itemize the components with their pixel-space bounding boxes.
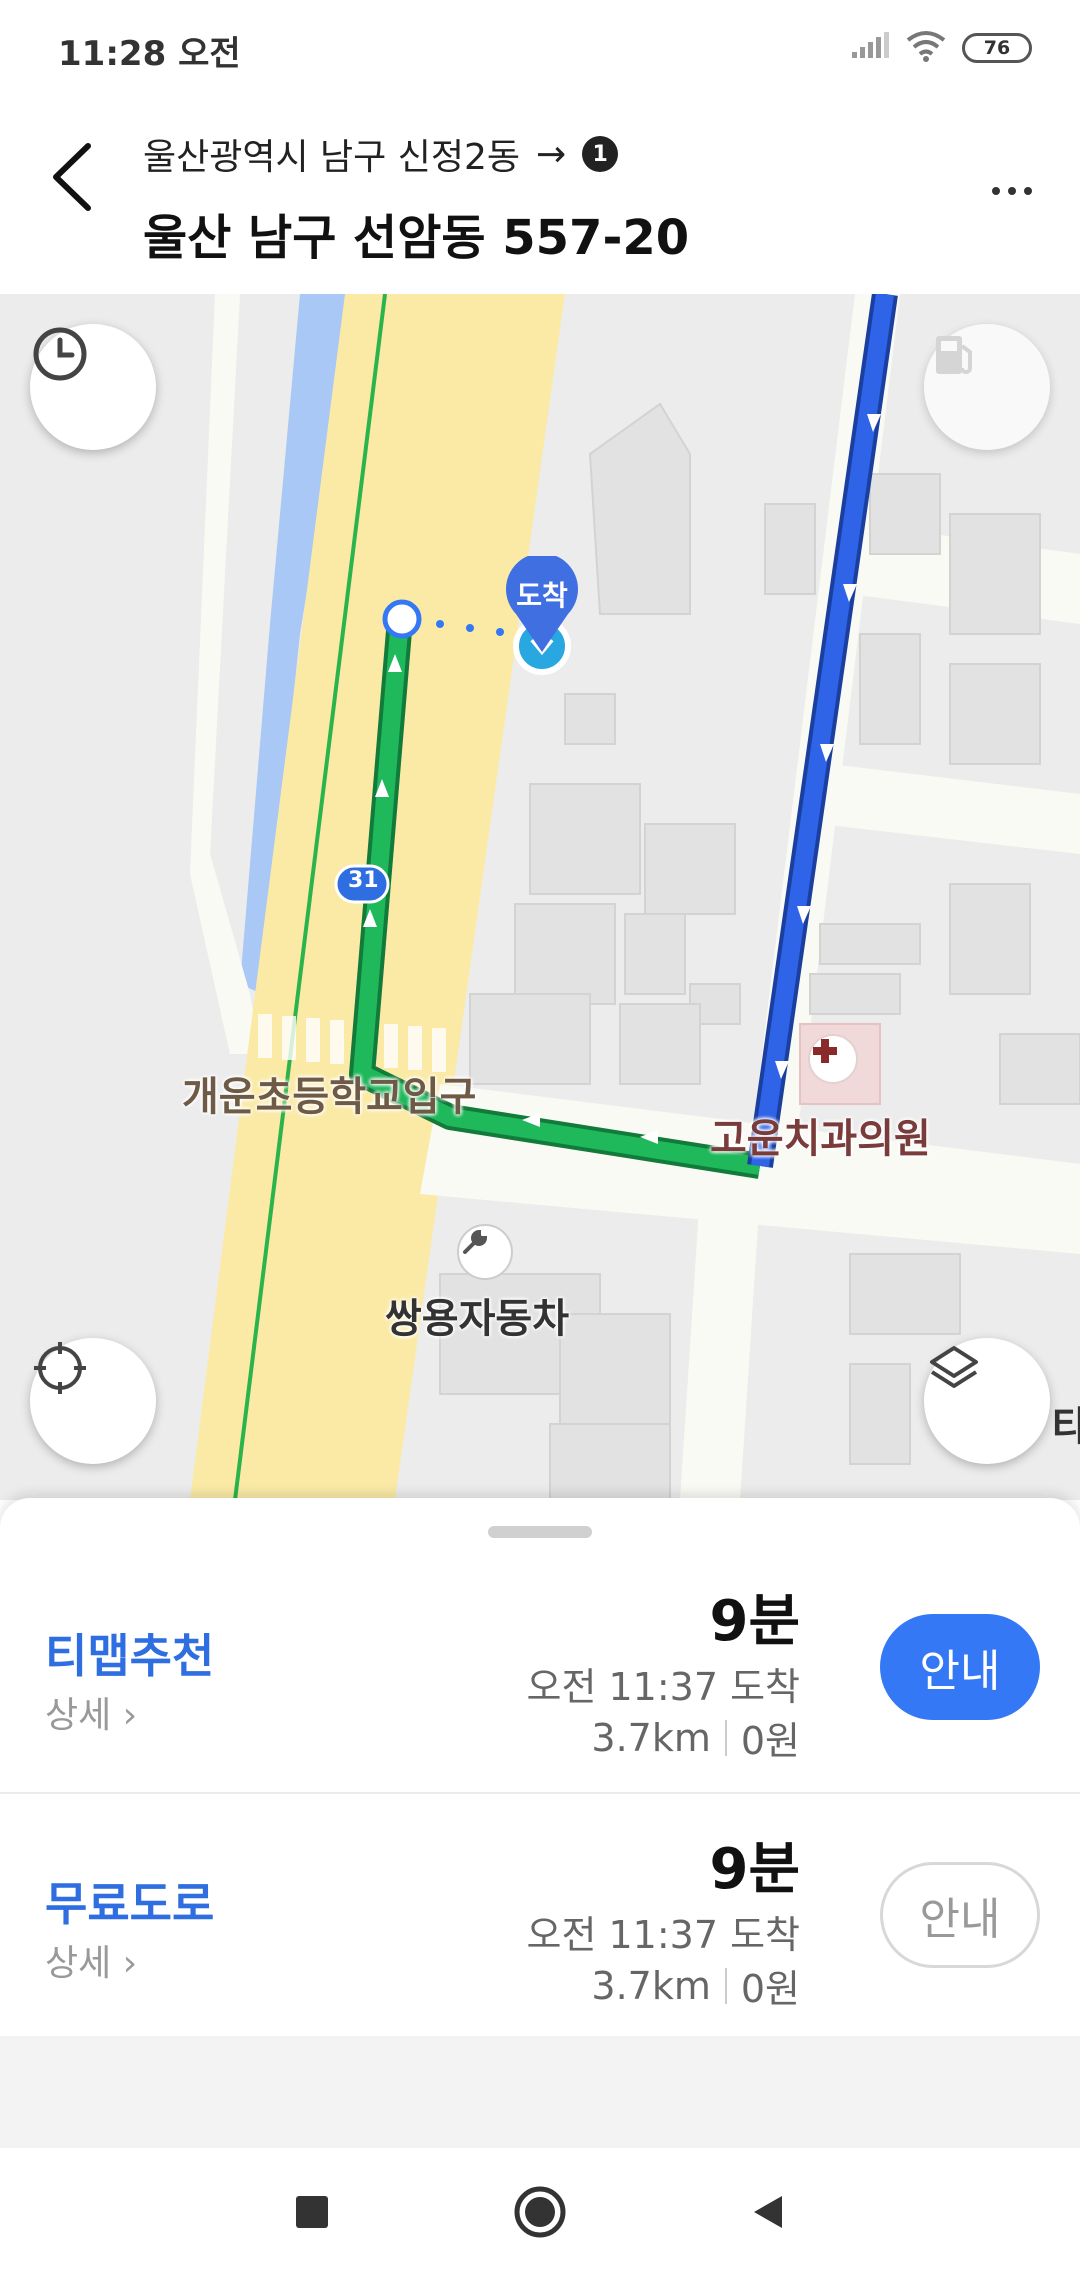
chevron-right-icon: ›: [111, 1943, 138, 1984]
route-cost: 0원: [740, 1967, 800, 2011]
back-nav-button[interactable]: [748, 2192, 788, 2236]
route-duration: 9분: [709, 1589, 801, 1654]
route-option-recommended[interactable]: 티맵추천 상세 › 9분 오전 11:37 도착 3.7km 0원 안내: [0, 1548, 1080, 1794]
origin-text: 울산광역시 남구 신정2동: [143, 137, 520, 178]
crosshair-icon: [34, 1342, 86, 1394]
wifi-icon: [904, 30, 948, 66]
route-origin: 울산광역시 남구 신정2동 → 1: [143, 128, 619, 180]
status-bar: 11:28 오전 76: [0, 0, 1080, 96]
wrench-icon: [457, 1224, 513, 1280]
back-button[interactable]: [40, 132, 110, 222]
arrow-right-icon: →: [536, 133, 567, 175]
route-distance-cost: 3.7km 0원: [591, 1958, 800, 2013]
arrival-pin-label: 도착: [516, 579, 568, 612]
status-time: 11:28 오전: [58, 34, 241, 74]
route-option-name: 티맵추천: [45, 1629, 215, 1683]
status-icons: 76: [850, 30, 1032, 66]
map-label-partial: 타: [1052, 1404, 1080, 1450]
route-cost: 0원: [740, 1719, 800, 1763]
route-option-free-road[interactable]: 무료도로 상세 › 9분 오전 11:37 도착 3.7km 0원 안내: [0, 1796, 1080, 2042]
layers-icon: [930, 1346, 978, 1388]
map-layers-button[interactable]: [924, 1338, 1050, 1464]
more-options-button[interactable]: [982, 176, 1042, 206]
recent-history-button[interactable]: [30, 324, 156, 450]
route-detail-link[interactable]: 상세 ›: [45, 1686, 137, 1738]
arrival-pin[interactable]: 도착: [502, 556, 582, 656]
back-arrow-icon: [53, 143, 91, 211]
map-view[interactable]: 31 도착 개운초등학교입구 고운치과의원 쌍용자동차 타: [0, 294, 1080, 1500]
system-nav-bar: [0, 2148, 1080, 2280]
route-option-name: 무료도로: [45, 1877, 215, 1931]
route-duration: 9분: [709, 1837, 801, 1902]
route-distance-cost: 3.7km 0원: [591, 1710, 800, 1765]
battery-icon: 76: [962, 33, 1032, 63]
map-label-dental: 고운치과의원: [710, 1116, 931, 1162]
route-header: 울산광역시 남구 신정2동 → 1 울산 남구 선암동 557-20: [0, 96, 1080, 294]
road-number-badge: 31: [348, 868, 379, 893]
current-location-button[interactable]: [30, 1338, 156, 1464]
sheet-drag-handle[interactable]: [488, 1526, 592, 1538]
recent-apps-button[interactable]: [292, 2192, 332, 2236]
triangle-back-icon: [754, 2196, 782, 2228]
route-arrival-time: 오전 11:37 도착: [526, 1665, 800, 1709]
circle-icon: [514, 2186, 566, 2238]
chevron-right-icon: ›: [111, 1695, 138, 1736]
square-icon: [296, 2196, 328, 2228]
hospital-icon: [808, 1034, 858, 1084]
gas-pump-icon: [936, 336, 972, 374]
step-badge: 1: [582, 136, 619, 172]
start-guidance-button[interactable]: 안내: [880, 1862, 1040, 1968]
map-label-school-entrance: 개운초등학교입구: [182, 1074, 477, 1120]
route-distance: 3.7km: [591, 1963, 711, 2008]
sheet-footer: [0, 2036, 1080, 2148]
route-distance: 3.7km: [591, 1715, 711, 1760]
start-guidance-button[interactable]: 안내: [880, 1614, 1040, 1720]
divider: [724, 1719, 727, 1756]
destination-title: 울산 남구 선암동 557-20: [143, 210, 690, 266]
divider: [724, 1967, 727, 2004]
gas-station-button[interactable]: [924, 324, 1050, 450]
signal-icon: [850, 32, 890, 64]
home-button[interactable]: [512, 2184, 568, 2244]
clock-icon: [33, 327, 87, 381]
route-arrival-time: 오전 11:37 도착: [526, 1913, 800, 1957]
route-detail-link[interactable]: 상세 ›: [45, 1934, 137, 1986]
map-label-ssangyong: 쌍용자동차: [385, 1296, 569, 1342]
